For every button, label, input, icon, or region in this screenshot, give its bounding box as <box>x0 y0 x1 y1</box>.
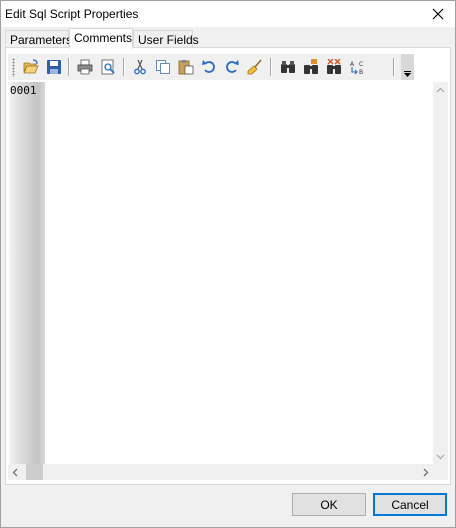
editor-text-area[interactable] <box>48 84 430 462</box>
print-icon <box>77 59 93 75</box>
comments-editor[interactable]: 0001 <box>8 82 448 482</box>
find-icon <box>281 61 295 73</box>
open-button[interactable] <box>20 56 42 78</box>
chevron-down-icon <box>436 454 445 459</box>
cancel-button[interactable]: Cancel <box>373 493 447 516</box>
scroll-right-button[interactable] <box>418 464 433 480</box>
ok-button[interactable]: OK <box>292 493 366 516</box>
toolbar-overflow-icon <box>404 71 411 77</box>
line-number: 0001 <box>10 84 37 97</box>
toolbar-separator <box>270 58 271 76</box>
scroll-left-button[interactable] <box>8 464 23 480</box>
print-button[interactable] <box>74 56 96 78</box>
svg-text:A: A <box>350 61 355 68</box>
undo-button[interactable] <box>198 56 220 78</box>
edit-sql-script-properties-dialog: Edit Sql Script Properties Parameters Co… <box>0 0 456 528</box>
find-next-icon <box>304 59 318 74</box>
line-number-gutter: 0001 <box>8 82 45 464</box>
clear-icon <box>247 59 262 75</box>
clear-button[interactable] <box>244 56 266 78</box>
svg-text:C: C <box>359 61 363 68</box>
tab-strip: Parameters Comments User Fields <box>5 28 451 49</box>
toolbar-separator <box>393 58 394 76</box>
chevron-right-icon <box>423 468 429 476</box>
cut-button[interactable] <box>129 56 151 78</box>
scroll-up-button[interactable] <box>433 82 448 98</box>
toolbar-separator <box>123 58 124 76</box>
print-preview-icon <box>101 59 115 75</box>
close-button[interactable] <box>421 1 455 27</box>
redo-button[interactable] <box>221 56 243 78</box>
paste-icon <box>178 60 194 75</box>
toolbar-separator <box>68 58 69 76</box>
chevron-up-icon <box>436 87 445 92</box>
svg-text:B: B <box>359 69 363 75</box>
comments-tab-panel: A C B 0001 <box>5 47 451 485</box>
scroll-down-button[interactable] <box>433 448 448 464</box>
close-icon <box>432 8 444 20</box>
open-icon <box>23 59 39 74</box>
goto-icon: A C B <box>350 61 363 75</box>
find-next-button[interactable] <box>300 56 322 78</box>
horizontal-scrollbar[interactable] <box>8 464 433 480</box>
window-title: Edit Sql Script Properties <box>5 7 139 21</box>
toolbar-grip[interactable] <box>12 58 15 77</box>
cut-icon <box>134 59 146 75</box>
vertical-scrollbar[interactable] <box>433 82 448 464</box>
print-preview-button[interactable] <box>97 56 119 78</box>
title-bar: Edit Sql Script Properties <box>1 1 455 27</box>
scrollbar-corner <box>433 464 448 480</box>
undo-icon <box>202 60 215 73</box>
copy-icon <box>156 60 170 74</box>
save-icon <box>47 60 61 74</box>
save-button[interactable] <box>43 56 65 78</box>
replace-button[interactable] <box>323 56 345 78</box>
find-button[interactable] <box>277 56 299 78</box>
redo-icon <box>226 60 239 73</box>
goto-button[interactable]: A C B <box>346 56 368 78</box>
tab-parameters[interactable]: Parameters <box>5 30 72 48</box>
replace-icon <box>327 59 341 74</box>
tab-comments[interactable]: Comments <box>69 28 133 49</box>
paste-button[interactable] <box>175 56 197 78</box>
editor-toolbar: A C B <box>8 54 414 80</box>
tab-user-fields[interactable]: User Fields <box>133 30 199 48</box>
toolbar-overflow-button[interactable] <box>401 54 414 80</box>
copy-button[interactable] <box>152 56 174 78</box>
horizontal-scroll-thumb[interactable] <box>26 464 43 480</box>
chevron-left-icon <box>12 468 18 476</box>
